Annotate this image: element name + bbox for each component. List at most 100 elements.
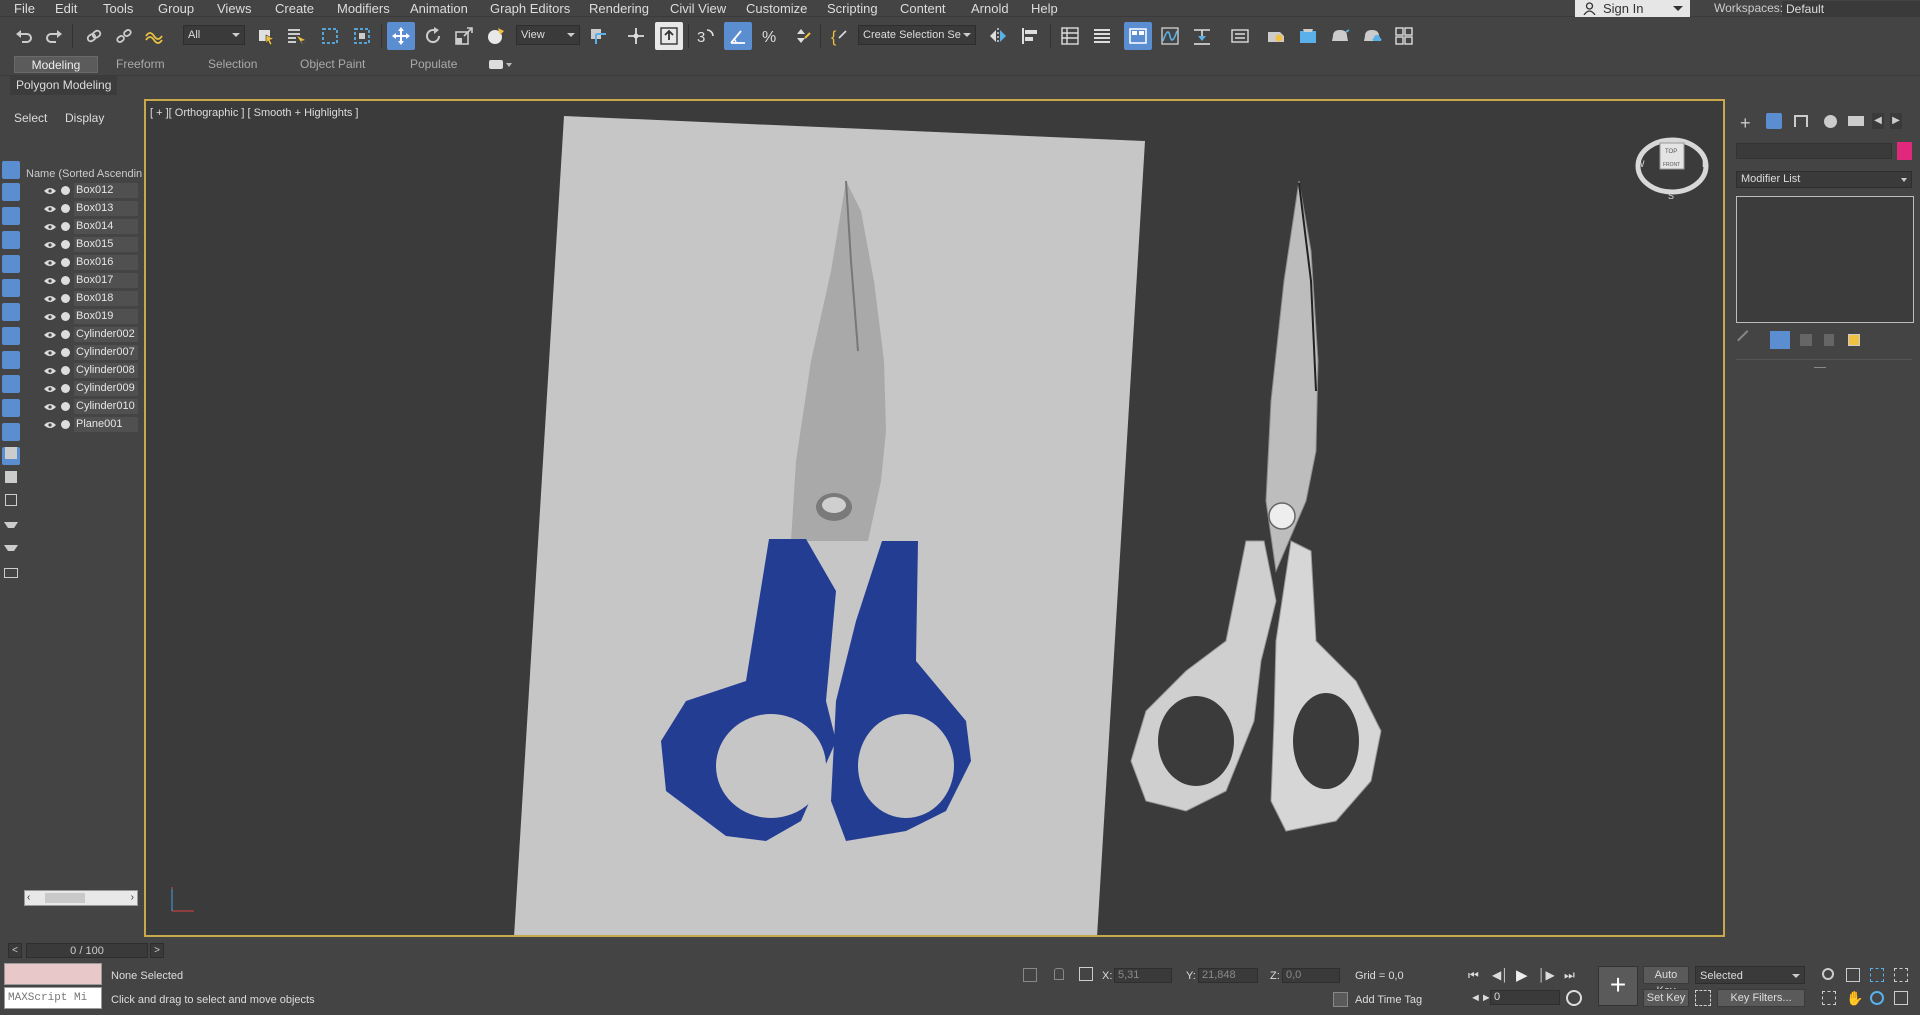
percent-snap-toggle-button[interactable]: % <box>756 22 784 50</box>
eye-icon[interactable] <box>44 367 56 375</box>
time-slider[interactable]: 0 / 100 <box>26 943 148 958</box>
material-editor-button[interactable] <box>1226 22 1254 50</box>
list-item[interactable]: Box019 <box>22 308 140 326</box>
panel-grip[interactable] <box>1814 367 1826 368</box>
menu-help[interactable]: Help <box>1031 0 1058 17</box>
menu-civil-view[interactable]: Civil View <box>670 0 726 17</box>
freeze-toggle-icon[interactable] <box>61 186 70 195</box>
viewcube[interactable]: TOP FRONT W E S <box>1634 131 1710 201</box>
select-and-manipulate-button[interactable] <box>622 22 650 50</box>
filter-options-icon[interactable] <box>4 545 18 557</box>
toggle-scene-explorer-button[interactable] <box>1056 22 1084 50</box>
eye-icon[interactable] <box>44 421 56 429</box>
toggle-layer-explorer-button[interactable] <box>1088 22 1116 50</box>
field-of-view-icon[interactable] <box>1822 991 1836 1005</box>
menu-group[interactable]: Group <box>158 0 194 17</box>
zoom-extents-all-icon[interactable] <box>1894 968 1908 982</box>
current-frame-field[interactable]: 0 <box>1490 990 1560 1005</box>
list-item[interactable]: Box017 <box>22 272 140 290</box>
maxscript-mini-listener[interactable]: MAXScript Mi <box>4 987 102 1009</box>
list-item[interactable]: Cylinder002 <box>22 326 140 344</box>
absolute-mode-transform-icon[interactable] <box>1079 967 1093 981</box>
menu-content[interactable]: Content <box>900 0 946 17</box>
z-coordinate-field[interactable]: 0,0 <box>1282 968 1340 983</box>
display-none-icon[interactable] <box>2 161 20 179</box>
time-configuration-icon[interactable] <box>1566 990 1582 1006</box>
name-column-header[interactable]: Name (Sorted Ascendin <box>26 168 142 180</box>
create-tab-icon[interactable]: + <box>1740 113 1751 134</box>
link-button[interactable] <box>80 22 108 50</box>
menu-create[interactable]: Create <box>275 0 314 17</box>
list-item[interactable]: Box014 <box>22 218 140 236</box>
next-frame-icon[interactable]: │▶ <box>1538 968 1555 982</box>
redo-button[interactable] <box>40 22 68 50</box>
freeze-toggle-icon[interactable] <box>61 384 70 393</box>
display-tab-icon[interactable] <box>1848 116 1864 126</box>
default-in-out-tangents-icon[interactable] <box>1695 990 1711 1006</box>
key-mode-dropdown[interactable]: Selected <box>1695 966 1805 984</box>
select-and-place-button[interactable] <box>482 22 510 50</box>
chevron-left-icon[interactable]: ◀ <box>1872 113 1884 129</box>
time-tag-icon[interactable] <box>1333 992 1348 1007</box>
polygon-modeling-panel[interactable]: Polygon Modeling <box>10 76 118 95</box>
play-icon[interactable]: ▶ <box>1516 966 1528 984</box>
filter-icon[interactable] <box>4 522 18 534</box>
key-mode-toggle-icon[interactable]: ◄► <box>1470 992 1492 1004</box>
list-item[interactable]: Cylinder010 <box>22 398 140 416</box>
render-production-button[interactable] <box>1326 22 1354 50</box>
zoom-extents-icon[interactable] <box>1870 968 1884 982</box>
bind-space-warp-button[interactable] <box>140 22 168 50</box>
menu-edit[interactable]: Edit <box>55 0 77 17</box>
time-next-button[interactable]: > <box>150 943 164 958</box>
list-item[interactable]: Box016 <box>22 254 140 272</box>
select-all-icon[interactable] <box>5 447 17 459</box>
display-lights-icon[interactable] <box>2 231 20 249</box>
render-in-cloud-button[interactable] <box>1358 22 1386 50</box>
auto-key-button[interactable]: Auto Key <box>1643 966 1689 997</box>
maxscript-listener-output[interactable] <box>4 963 102 985</box>
freeze-toggle-icon[interactable] <box>61 258 70 267</box>
eye-icon[interactable] <box>44 187 56 195</box>
orbit-icon[interactable] <box>1870 991 1884 1005</box>
eye-icon[interactable] <box>44 259 56 267</box>
mirror-button[interactable] <box>984 22 1012 50</box>
render-setup-button[interactable] <box>1262 22 1290 50</box>
selection-set-dropdown[interactable]: Create Selection Se <box>858 25 976 45</box>
list-item[interactable]: Cylinder007 <box>22 344 140 362</box>
tab-select[interactable]: Select <box>14 111 47 125</box>
unlink-button[interactable] <box>110 22 138 50</box>
reference-coordinate-dropdown[interactable]: View <box>516 25 580 45</box>
edit-named-selection-sets-button[interactable]: { <box>826 22 854 50</box>
display-geometry-icon[interactable] <box>2 183 20 201</box>
menu-views[interactable]: Views <box>217 0 251 17</box>
maximize-viewport-icon[interactable] <box>1894 991 1908 1005</box>
isolate-selection-icon[interactable] <box>1023 968 1037 982</box>
freeze-toggle-icon[interactable] <box>61 312 70 321</box>
display-cameras-icon[interactable] <box>2 255 20 273</box>
time-prev-button[interactable]: < <box>8 943 22 958</box>
list-item[interactable]: Box012 <box>22 182 140 200</box>
menu-animation[interactable]: Animation <box>410 0 468 17</box>
tab-modeling[interactable]: Modeling <box>14 56 98 73</box>
set-key-button[interactable]: Set Key <box>1643 989 1689 1007</box>
pin-stack-icon[interactable] <box>1737 330 1757 350</box>
object-name-field[interactable] <box>1736 143 1892 159</box>
eye-icon[interactable] <box>44 205 56 213</box>
eye-icon[interactable] <box>44 403 56 411</box>
pivot-center-button[interactable] <box>584 22 612 50</box>
freeze-toggle-icon[interactable] <box>61 330 70 339</box>
select-by-name-button[interactable] <box>282 22 310 50</box>
eye-icon[interactable] <box>44 331 56 339</box>
viewport-orthographic[interactable]: [ + ][ Orthographic ] [ Smooth + Highlig… <box>144 99 1725 937</box>
freeze-toggle-icon[interactable] <box>61 222 70 231</box>
freeze-toggle-icon[interactable] <box>61 240 70 249</box>
list-item[interactable]: Cylinder008 <box>22 362 140 380</box>
go-to-start-icon[interactable]: ⏮ <box>1468 968 1479 983</box>
remove-modifier-icon[interactable] <box>1824 334 1834 346</box>
tab-display[interactable]: Display <box>65 111 104 125</box>
tab-freeform[interactable]: Freeform <box>106 56 175 73</box>
freeze-toggle-icon[interactable] <box>61 204 70 213</box>
list-item[interactable]: Box018 <box>22 290 140 308</box>
tab-object-paint[interactable]: Object Paint <box>290 56 375 73</box>
tab-selection[interactable]: Selection <box>198 56 267 73</box>
